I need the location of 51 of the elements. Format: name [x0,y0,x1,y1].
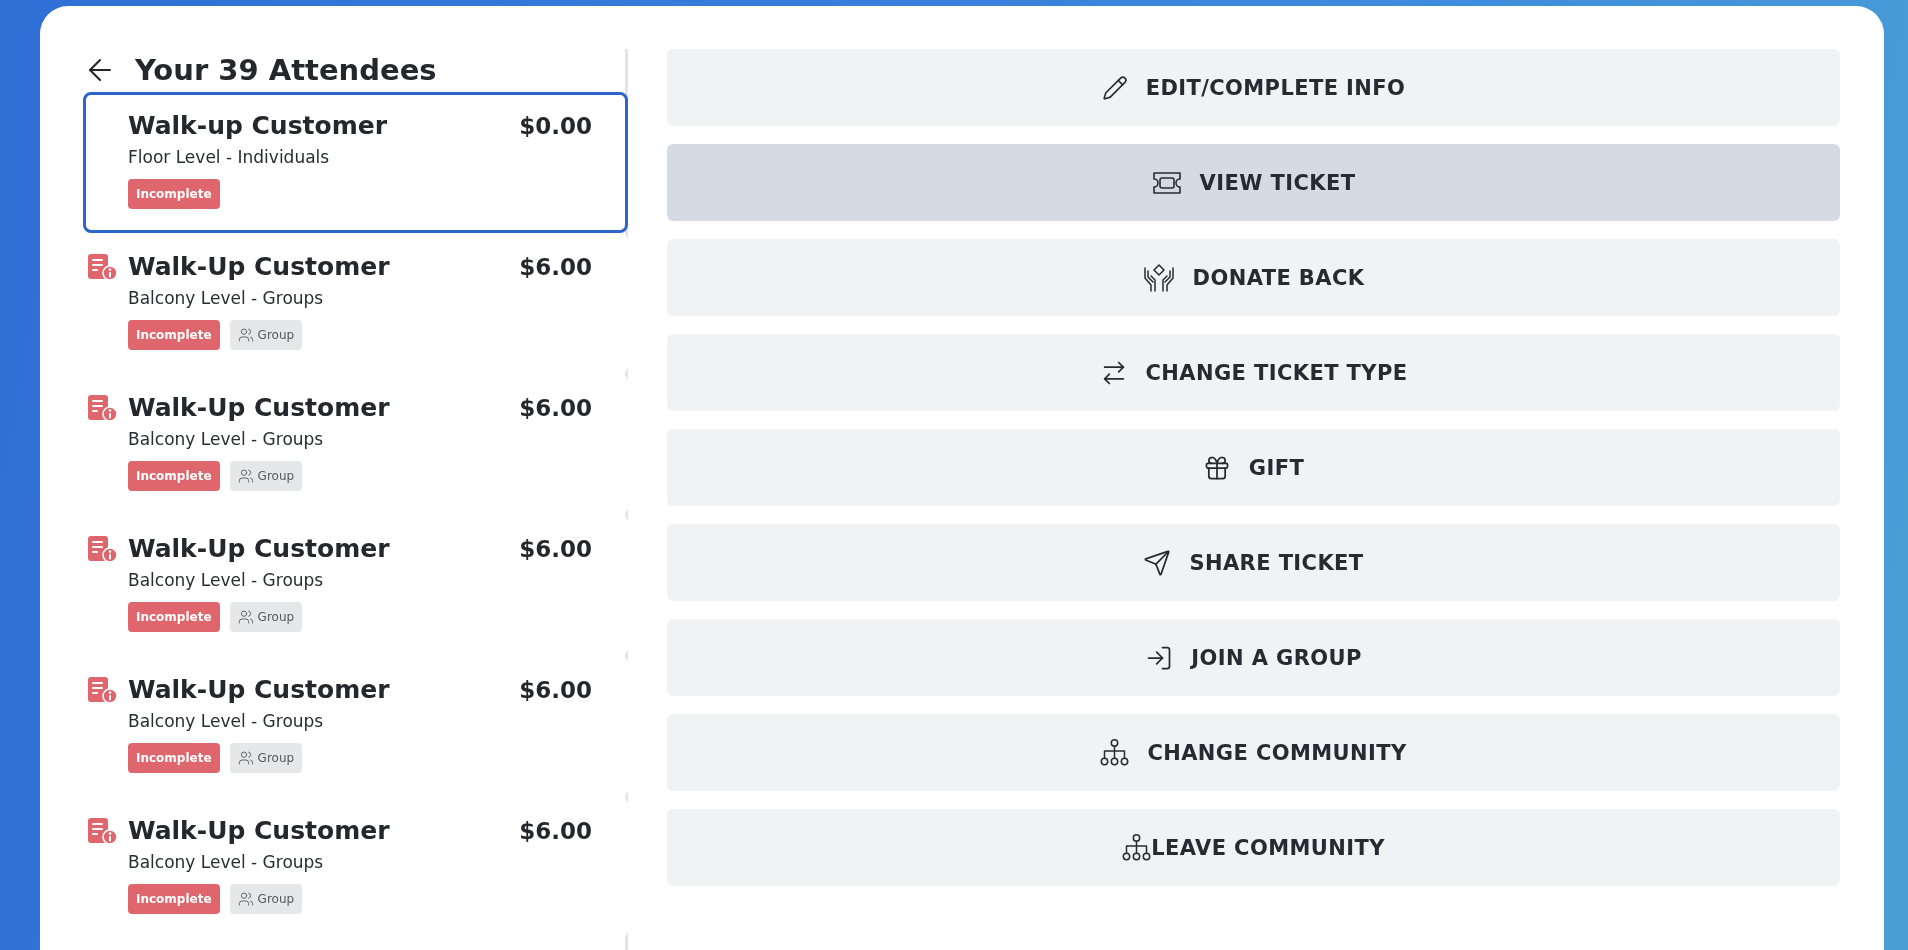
attendee-name: Walk-up Customer [128,110,388,142]
attendee-price: $6.00 [519,535,592,564]
action-button[interactable]: LEAVE COMMUNITY [667,809,1840,886]
attendee-name: Walk-Up Customer [128,815,391,847]
ticket-type: Balcony Level - Groups [128,569,325,592]
attendee-price: $6.00 [519,817,592,846]
action-button[interactable]: GIFT [667,429,1840,506]
ticket-type: Balcony Level - Groups [128,710,325,733]
status-tag: Incomplete [128,320,220,350]
group-label: Group [257,892,295,906]
action-button[interactable]: CHANGE TICKET TYPE [667,334,1840,411]
people-icon [237,327,254,343]
ticket-type: Balcony Level - Groups [128,851,325,874]
group-label: Group [257,610,295,624]
status-tag: Incomplete [128,884,220,914]
status-tag: Incomplete [128,743,220,773]
pencil-icon [1101,74,1128,101]
attendee-name: Walk-Up Customer [128,251,391,283]
paper-plane-icon [1143,548,1172,577]
hands-diamond-icon [1142,263,1175,292]
attendee-price: $6.00 [519,676,592,705]
action-button[interactable]: CHANGE COMMUNITY [667,714,1840,791]
attendee-card[interactable]: Walk-up Customer $0.00 Floor Level - Individuals Incomplete [83,92,628,233]
action-button[interactable]: JOIN A GROUP [667,619,1840,696]
people-icon [237,750,254,766]
hierarchy-icon [1122,834,1152,861]
action-button[interactable]: VIEW TICKET [667,144,1840,221]
group-label: Group [257,469,295,483]
action-button[interactable]: EDIT/COMPLETE INFO [667,49,1840,126]
group-label: Group [257,751,295,765]
attendee-name: Walk-Up Customer [128,392,391,424]
status-tag: Incomplete [128,602,220,632]
group-label: Group [257,328,295,342]
action-button[interactable]: DONATE BACK [667,239,1840,316]
attendee-name: Walk-Up Customer [128,533,391,565]
ticket-icon [1151,171,1182,194]
hierarchy-icon [1100,739,1130,766]
ticket-type: Floor Level - Individuals [128,146,331,169]
status-tag: Incomplete [128,461,220,491]
attendees-title: Your 39 Attendees [135,51,437,88]
attendee-price: $6.00 [519,253,592,282]
attendee-price: $6.00 [519,394,592,423]
attendee-name: Walk-Up Customer [128,674,391,706]
ticket-type: Balcony Level - Groups [128,428,325,451]
status-tag: Incomplete [128,179,220,209]
people-icon [237,609,254,625]
people-icon [237,468,254,484]
attendee-price: $0.00 [519,112,592,141]
people-icon [237,891,254,907]
action-button[interactable]: SHARE TICKET [667,524,1840,601]
ticket-type: Balcony Level - Groups [128,287,325,310]
